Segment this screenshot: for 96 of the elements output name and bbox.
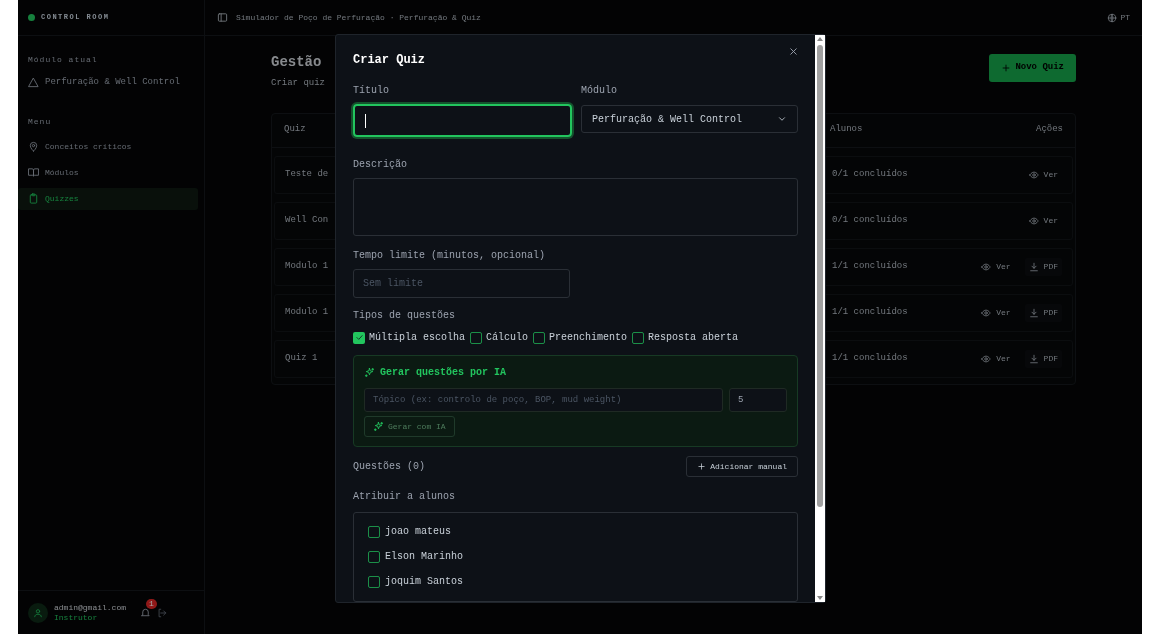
download-icon [1028, 307, 1039, 318]
section-label: Módulo atual [28, 54, 98, 66]
table-cell-text: Teste de [285, 167, 329, 181]
checkbox-label: Cálculo [486, 331, 529, 345]
scroll-thumb[interactable] [817, 45, 823, 507]
sparkle-icon [373, 421, 384, 432]
nav-item[interactable]: Quizzes [18, 187, 198, 210]
sidebar-toggle-icon [217, 12, 228, 23]
eye-icon [981, 307, 992, 318]
breadcrumb: Simulador de Poço de Perfuração · Perfuração & Quiz [236, 11, 481, 24]
eye-icon [1028, 169, 1039, 180]
page-title: Gestão [271, 53, 323, 72]
nav-item[interactable]: Módulos [18, 161, 198, 184]
eye-icon [981, 353, 992, 364]
checkbox[interactable] [368, 550, 380, 563]
warning-icon [28, 77, 39, 89]
download-icon [1028, 261, 1039, 272]
description-field[interactable] [353, 178, 798, 236]
count-field[interactable]: 5 [729, 388, 787, 412]
pdf-button[interactable]: PDF [1024, 349, 1062, 368]
eye-icon [981, 261, 992, 272]
field-label: Descrição [353, 158, 408, 172]
field-label: Título [353, 84, 390, 98]
language-label[interactable]: PT [1120, 11, 1130, 24]
new-quiz-button[interactable]: Novo Quiz [989, 54, 1076, 82]
view-button[interactable]: Ver [977, 257, 1015, 276]
table-cell: 1/1 concluídos [832, 260, 908, 271]
checkbox[interactable] [368, 575, 380, 588]
student-name: Elson Marinho [385, 550, 463, 564]
table-cell: 1/1 concluídos [832, 306, 908, 317]
view-button[interactable]: Ver [1024, 165, 1062, 184]
pdf-button[interactable]: PDF [1024, 303, 1062, 322]
table-cell-text: Quiz 1 [285, 351, 318, 365]
user-icon [33, 607, 43, 618]
field-label: Questões (0) [353, 460, 425, 474]
book-icon [28, 167, 39, 178]
table-cell-text: Modulo 1 [285, 305, 329, 319]
scroll-up-icon[interactable] [817, 37, 823, 41]
bell-icon [140, 607, 151, 618]
topic-field[interactable]: Tópico (ex: controlo de poço, BOP, mud weight) [364, 388, 723, 412]
input-field[interactable] [353, 104, 572, 137]
student-name: joao mateus [385, 525, 451, 539]
add-manual-button[interactable]: Adicionar manual [686, 456, 798, 477]
eye-icon [1028, 215, 1039, 226]
nav-item[interactable]: Conceitos críticos [18, 135, 198, 158]
table-cell: 0/1 concluídos [832, 168, 908, 179]
student-name: joquim Santos [385, 575, 463, 589]
table-cell-text: Modulo 1 [285, 259, 329, 273]
table-cell: 1/1 concluídos [832, 352, 908, 363]
table-cell-text: Well Con [285, 213, 329, 227]
download-icon [1028, 353, 1039, 364]
field-label: Tipos de questões [353, 309, 457, 323]
column-header: Quiz [284, 123, 306, 137]
field-label: Tempo limite (minutos, opcional) [353, 249, 547, 263]
time-limit-field[interactable]: Sem limite [353, 269, 570, 298]
globe-icon [1107, 12, 1118, 23]
generate-button[interactable]: Gerar com IA [364, 416, 455, 437]
section-label: Menu [28, 115, 52, 128]
field-label: Atribuir a alunos [353, 490, 457, 504]
pdf-button[interactable]: PDF [1024, 257, 1062, 276]
view-button[interactable]: Ver [1024, 211, 1062, 230]
scroll-down-icon[interactable] [817, 596, 823, 600]
module-select[interactable]: Perfuração & Well Control [581, 105, 798, 133]
user-role: Instrutor [54, 612, 99, 623]
chevron-down-icon [777, 114, 787, 124]
dialog-title: Criar Quiz [353, 52, 426, 69]
checkbox-label: Preenchimento [549, 331, 628, 345]
logout-icon [157, 607, 167, 618]
field-label: Módulo [581, 84, 618, 98]
close-icon [787, 45, 799, 57]
scrollbar[interactable] [815, 35, 825, 602]
checkbox[interactable] [533, 331, 546, 344]
clipboard-icon [28, 193, 39, 204]
panel-title: Gerar questões por IA [380, 366, 507, 380]
column-header: Alunos [830, 123, 864, 137]
checkbox-label: Resposta aberta [648, 331, 739, 345]
page-subtitle: Criar quiz [271, 77, 325, 90]
pin-icon [28, 141, 39, 152]
checkbox[interactable] [368, 525, 380, 538]
checkbox[interactable] [353, 331, 365, 344]
plus-icon [1001, 63, 1012, 73]
view-button[interactable]: Ver [977, 303, 1015, 322]
checkbox[interactable] [632, 331, 645, 344]
text-cursor [365, 113, 366, 128]
checkbox-label: Múltipla escolha [369, 331, 465, 345]
user-email: admin@gmail.com [54, 602, 126, 613]
check-icon [354, 333, 364, 342]
column-header: Ações [1036, 123, 1063, 137]
notification-badge: 1 [146, 599, 157, 609]
sparkle-icon [364, 367, 375, 378]
checkbox[interactable] [470, 331, 482, 344]
close-button[interactable] [787, 45, 799, 57]
module-name: Perfuração & Well Control [45, 76, 181, 89]
plus-icon [697, 462, 707, 471]
table-cell: 0/1 concluídos [832, 214, 908, 225]
view-button[interactable]: Ver [977, 349, 1015, 368]
